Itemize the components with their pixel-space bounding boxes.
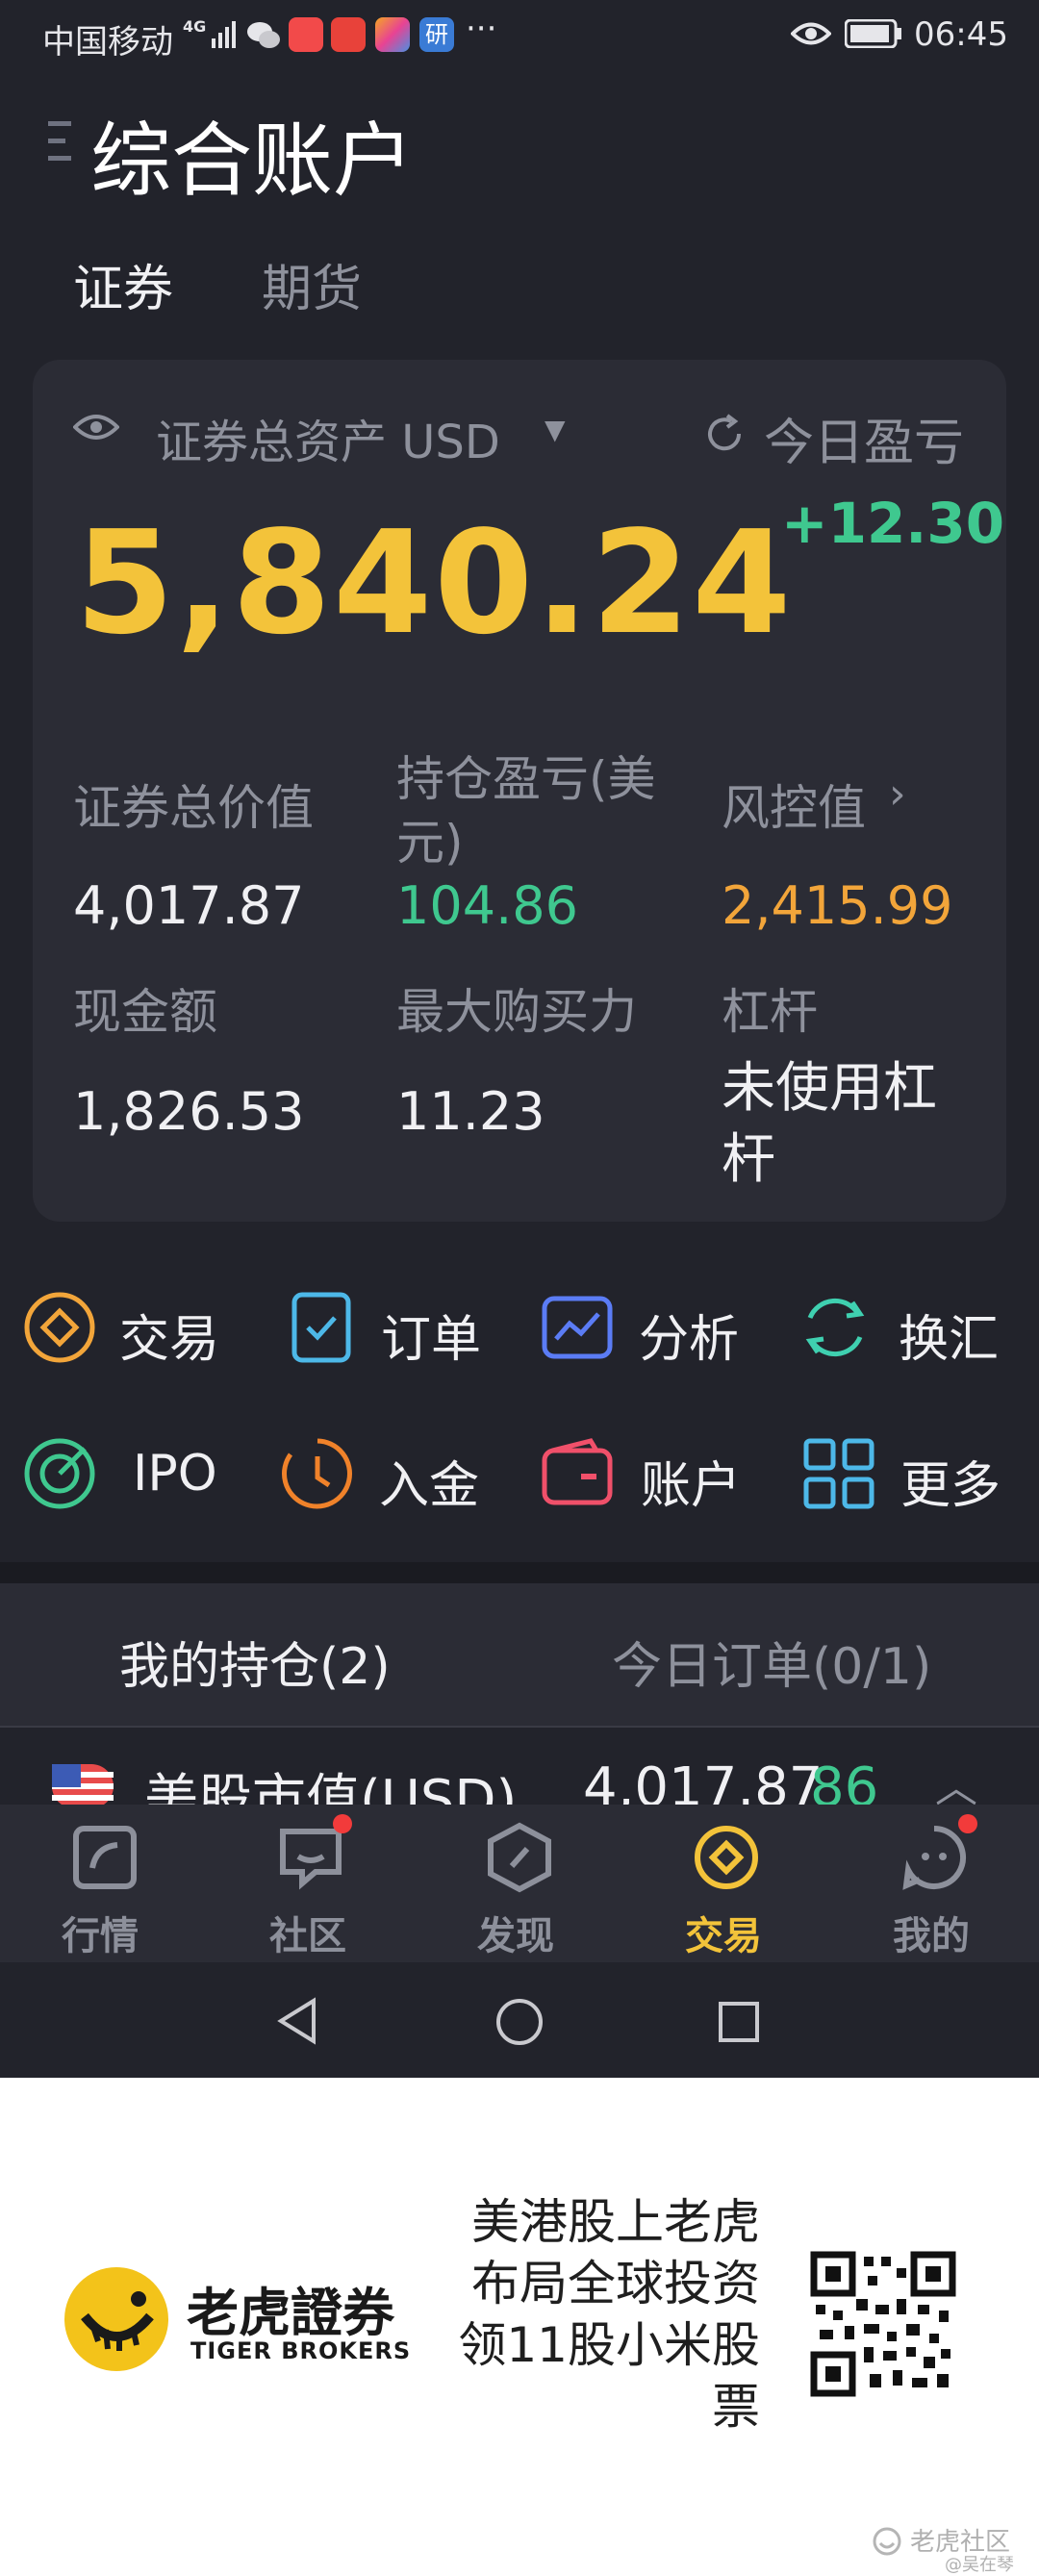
- metric-value-leverage-line2: 杆: [722, 1128, 775, 1191]
- func-trade-label[interactable]: 交易: [119, 1299, 219, 1371]
- profile-badge: [958, 1814, 977, 1833]
- metric-value-securities-value: 4,017.87: [73, 875, 305, 936]
- more-dots-icon: ···: [466, 10, 497, 48]
- refresh-icon[interactable]: [704, 414, 745, 454]
- network-type: 4G: [183, 17, 207, 36]
- side-menu-icon[interactable]: [48, 119, 73, 164]
- community-icon[interactable]: [277, 1824, 344, 1891]
- metric-value-buying-power: 11.23: [396, 1081, 545, 1142]
- func-more-label[interactable]: 更多: [900, 1445, 1001, 1517]
- chevron-right-icon[interactable]: ›: [889, 770, 906, 819]
- promo-banner: 老虎證券 TIGER BROKERS 美港股上老虎 布局全球投资 领11股小米股…: [0, 2078, 1039, 2575]
- tab-trade-label[interactable]: 交易: [685, 1905, 762, 1960]
- tab-discover-label[interactable]: 发现: [477, 1905, 554, 1960]
- tab-securities[interactable]: 证券: [73, 248, 173, 320]
- brand-cn: 老虎證券: [187, 2283, 394, 2343]
- tab-community-label[interactable]: 社区: [269, 1905, 346, 1960]
- analysis-icon[interactable]: [539, 1289, 616, 1366]
- page-title: 综合账户: [90, 114, 415, 208]
- promo-line-1: 美港股上老虎: [471, 2194, 760, 2250]
- metric-label-cash: 现金额: [73, 984, 217, 1040]
- promo-text: 美港股上老虎 布局全球投资 领11股小米股 票: [423, 2191, 760, 2437]
- clock-time: 06:45: [914, 15, 1008, 54]
- exchange-icon[interactable]: [797, 1289, 874, 1366]
- carrier-name: 中国移动: [42, 23, 173, 62]
- nav-recents-icon[interactable]: [718, 2001, 760, 2043]
- more-grid-icon[interactable]: [800, 1435, 877, 1512]
- trade-tab-icon[interactable]: [693, 1824, 760, 1891]
- qr-code-icon: [810, 2251, 956, 2397]
- metric-label-leverage: 杠杆: [722, 984, 818, 1040]
- func-order-label[interactable]: 订单: [381, 1299, 481, 1371]
- metric-label-position-pnl: 持仓盈亏(美: [396, 751, 656, 807]
- today-pnl-label: 今日盈亏: [764, 415, 965, 472]
- func-ipo-label[interactable]: IPO: [133, 1445, 217, 1503]
- tab-today-orders[interactable]: 今日订单(0/1): [612, 1626, 931, 1698]
- ipo-icon[interactable]: [21, 1435, 98, 1512]
- func-deposit-label[interactable]: 入金: [379, 1445, 479, 1517]
- market-icon[interactable]: [71, 1824, 139, 1891]
- us-market-value-row[interactable]: 美股市值(USD) 4,017.87 86 ︿: [0, 1728, 1039, 1805]
- metric-value-risk: 2,415.99: [722, 875, 953, 936]
- chevron-up-icon[interactable]: ︿: [935, 1753, 977, 1805]
- tab-my-positions[interactable]: 我的持仓(2): [119, 1626, 391, 1698]
- today-pnl-value: +12.30: [781, 491, 1005, 556]
- brand-en: TIGER BROKERS: [190, 2337, 412, 2364]
- app-icon-yan: 研: [419, 17, 454, 52]
- us-market-label: 美股市值(USD): [144, 1769, 518, 1805]
- metric-label-securities-value: 证券总价值: [73, 780, 314, 836]
- deposit-icon[interactable]: [279, 1435, 356, 1512]
- tab-profile-label[interactable]: 我的: [893, 1905, 970, 1960]
- total-assets-value: 5,840.24: [75, 500, 794, 666]
- us-flag-icon: [52, 1764, 114, 1805]
- community-badge: [333, 1814, 352, 1833]
- func-exchange-label[interactable]: 换汇: [899, 1299, 999, 1371]
- metric-label-position-pnl-line2: 元): [396, 815, 464, 871]
- section-divider: [0, 1562, 1039, 1583]
- app-icon-red: [289, 17, 323, 52]
- us-market-change: 86: [810, 1756, 879, 1805]
- tiger-logo-icon: [64, 2267, 168, 2371]
- app-icon-colorful: [375, 17, 410, 52]
- func-analysis-label[interactable]: 分析: [639, 1299, 739, 1371]
- order-icon[interactable]: [283, 1289, 360, 1366]
- app-icon-huawei: [331, 17, 366, 52]
- metric-value-position-pnl: 104.86: [396, 875, 578, 936]
- tab-futures[interactable]: 期货: [262, 248, 362, 320]
- tab-market-label[interactable]: 行情: [62, 1905, 139, 1960]
- metric-label-risk[interactable]: 风控值: [722, 770, 866, 839]
- nav-home-icon[interactable]: [494, 1997, 545, 2047]
- currency-dropdown-icon[interactable]: ▼: [545, 414, 566, 445]
- metric-value-leverage: 未使用杠: [722, 1057, 937, 1120]
- metric-value-cash: 1,826.53: [73, 1081, 305, 1142]
- account-icon[interactable]: [539, 1435, 616, 1512]
- promo-line-4: 票: [712, 2379, 760, 2435]
- watermark-user: @吴在琴: [945, 2555, 1014, 2575]
- trade-icon[interactable]: [21, 1289, 98, 1366]
- eye-icon: [791, 22, 831, 45]
- wechat-icon: [247, 22, 280, 48]
- asset-label[interactable]: 证券总资产 USD: [156, 404, 500, 471]
- app-screen: 中国移动 4G 研 ··· 06:45 综合账户 证券 期货 证券总资产 USD…: [0, 0, 1039, 2078]
- promo-line-2: 布局全球投资: [471, 2256, 760, 2311]
- metric-label-buying-power: 最大购买力: [396, 984, 637, 1040]
- watermark-logo-icon: [873, 2527, 901, 2556]
- battery-icon: [845, 19, 901, 48]
- promo-line-3: 领11股小米股: [458, 2317, 760, 2373]
- profile-icon[interactable]: [900, 1824, 968, 1891]
- us-market-value: 4,017.87: [583, 1756, 824, 1805]
- signal-icon: [212, 21, 236, 48]
- func-account-label[interactable]: 账户: [641, 1445, 741, 1517]
- nav-back-icon[interactable]: [275, 1997, 319, 2045]
- visibility-eye-icon[interactable]: [73, 410, 119, 444]
- discover-icon[interactable]: [485, 1822, 554, 1893]
